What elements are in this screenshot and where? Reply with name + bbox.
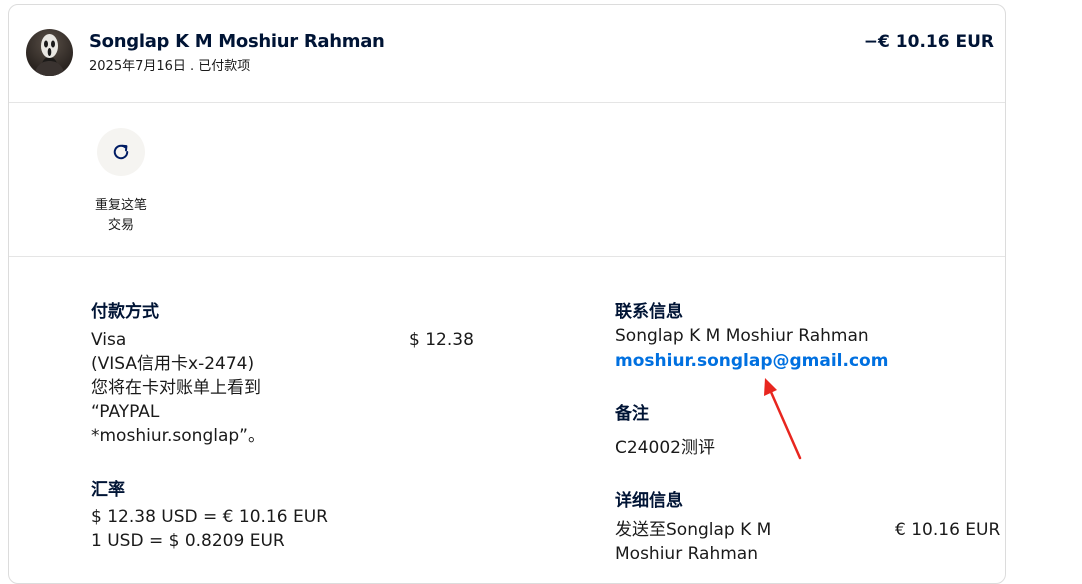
contact-heading: 联系信息 <box>615 302 683 322</box>
statement-note-line1: 您将在卡对账单上看到 <box>91 378 261 398</box>
transaction-header: Songlap K M Moshiur Rahman 2025年7月16日 . … <box>9 5 1005 103</box>
repeat-transaction-label[interactable]: 重复这笔 交易 <box>82 196 160 236</box>
payment-method-heading: 付款方式 <box>91 302 159 322</box>
exchange-rate-heading: 汇率 <box>91 480 125 500</box>
payment-amount: $ 12.38 <box>409 330 474 350</box>
exchange-rate-line1: $ 12.38 USD = € 10.16 EUR <box>91 507 328 527</box>
repeat-label-line1: 重复这笔 <box>94 198 147 213</box>
payment-card: (VISA信用卡x-2474) <box>91 354 255 374</box>
transaction-date-status: 2025年7月16日 . 已付款项 <box>89 59 251 74</box>
transaction-card: Songlap K M Moshiur Rahman 2025年7月16日 . … <box>8 4 1006 584</box>
transaction-amount: −€ 10.16 EUR <box>863 32 994 52</box>
contact-name: Songlap K M Moshiur Rahman <box>615 326 869 346</box>
exchange-rate-line2: 1 USD = $ 0.8209 EUR <box>91 531 285 551</box>
contact-email-link[interactable]: moshiur.songlap@gmail.com <box>615 351 888 371</box>
statement-note-line2: “PAYPAL <box>91 402 160 422</box>
refresh-icon <box>113 144 129 160</box>
action-bar: 重复这笔 交易 <box>9 102 1005 257</box>
detail-heading: 详细信息 <box>615 491 683 511</box>
repeat-transaction-button[interactable] <box>97 128 145 176</box>
remark-text: C24002测评 <box>615 438 715 458</box>
detail-recipient-line2: Moshiur Rahman <box>615 544 758 564</box>
payment-method-name: Visa <box>91 330 127 350</box>
detail-recipient-line1: 发送至Songlap K M <box>615 520 772 540</box>
detail-amount: € 10.16 EUR <box>895 520 1001 540</box>
remark-heading: 备注 <box>615 404 649 424</box>
statement-note-line3: *moshiur.songlap”。 <box>91 426 265 446</box>
counterparty-name: Songlap K M Moshiur Rahman <box>89 31 385 52</box>
repeat-label-line2: 交易 <box>107 218 134 233</box>
avatar <box>26 29 73 76</box>
